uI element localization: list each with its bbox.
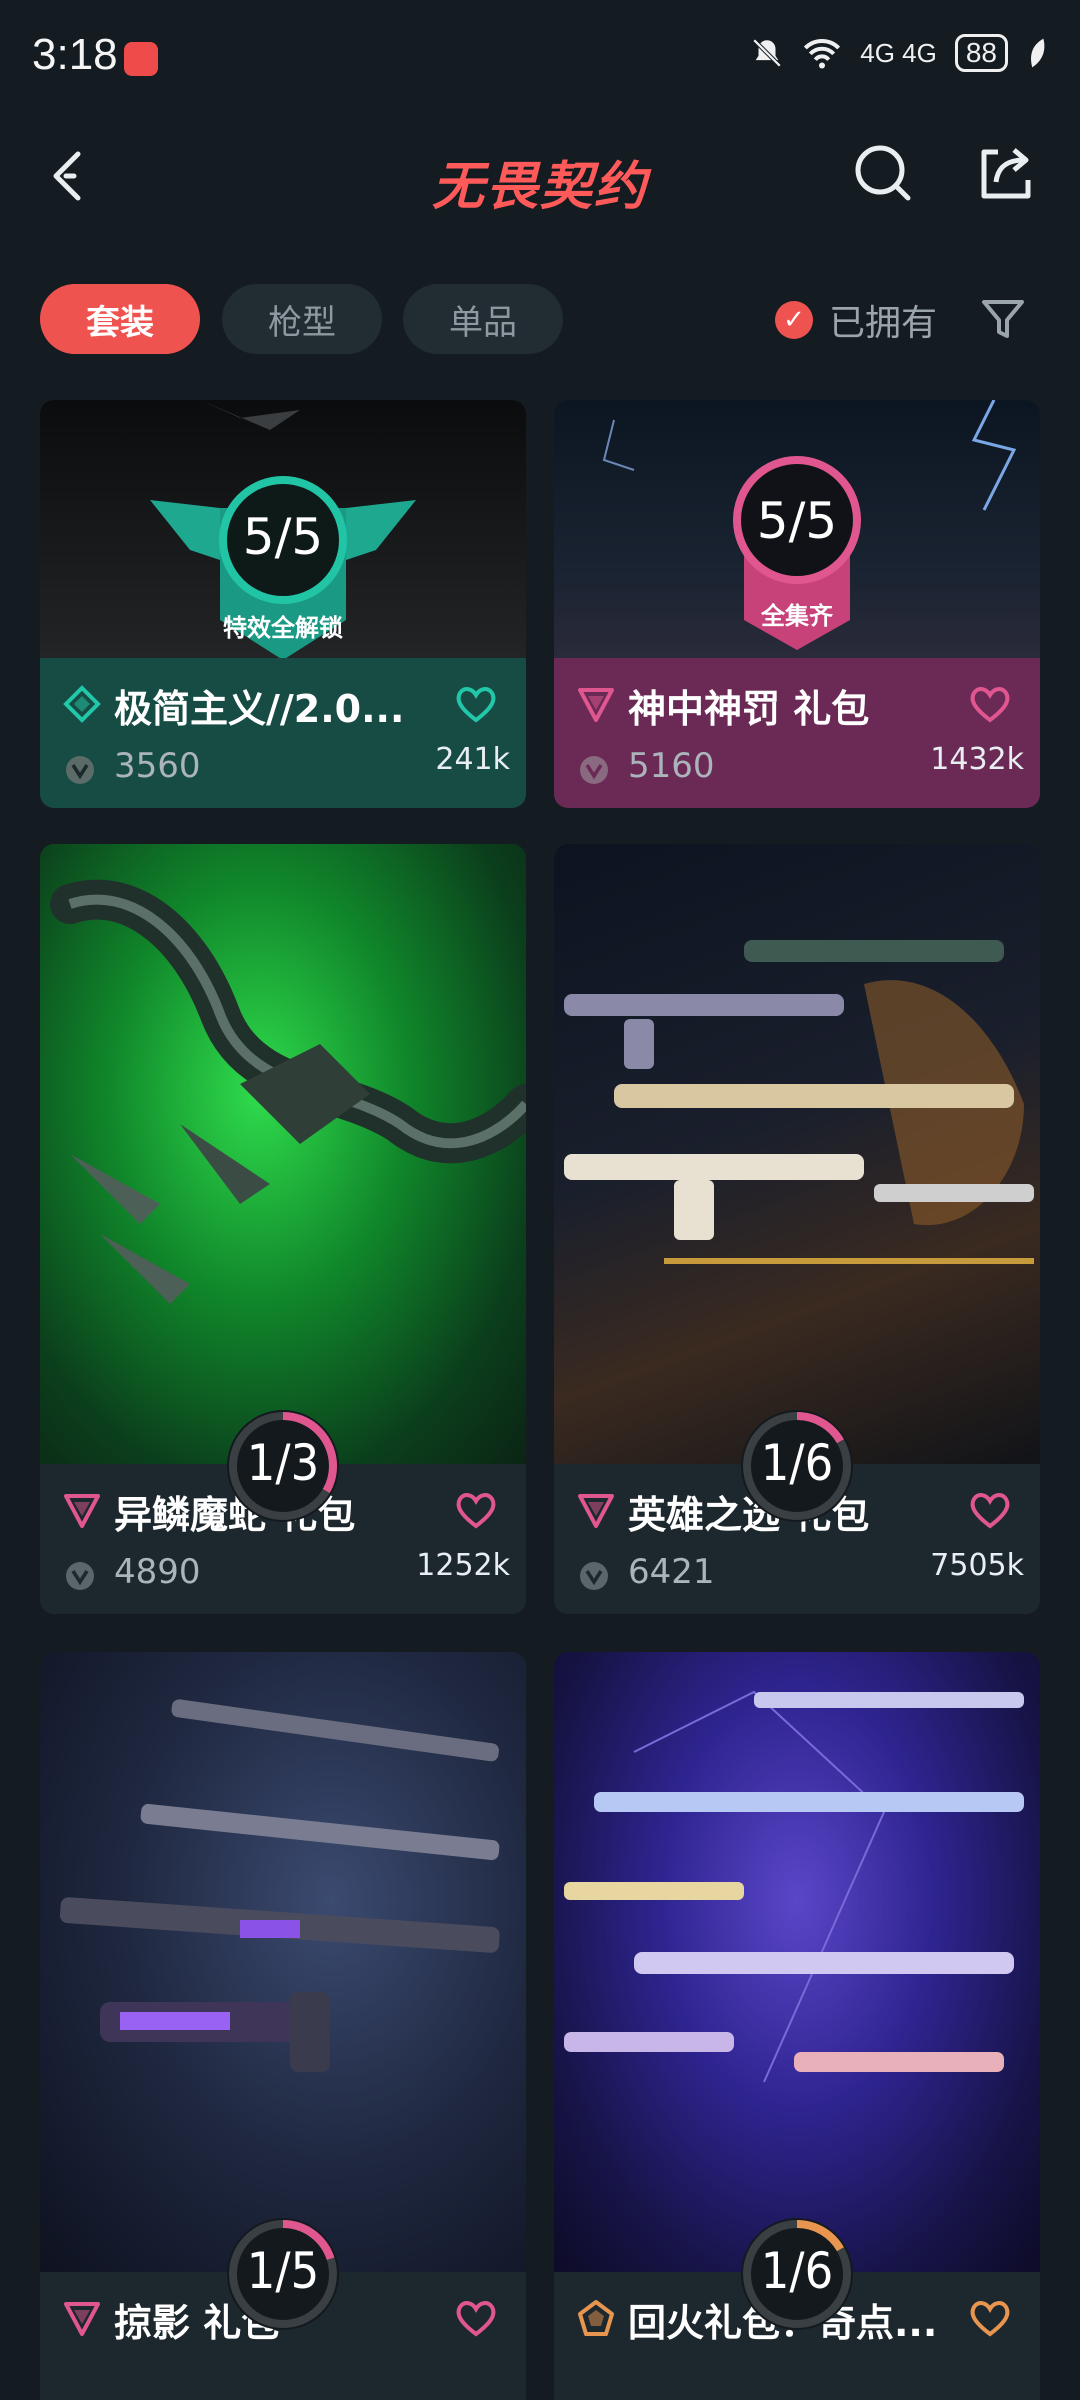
bundle-price: 4890 [114, 1552, 201, 1592]
serpent-artwork [50, 879, 526, 1304]
favorite-heart-icon[interactable] [454, 1490, 498, 1530]
progress-text: 5/5 [242, 508, 324, 566]
app-notification-icon [124, 42, 158, 76]
bundle-image [554, 1652, 1040, 2272]
like-count: 1432k [930, 742, 1024, 777]
like-count: 1252k [416, 1548, 510, 1583]
bundle-price: 6421 [628, 1552, 715, 1592]
progress-ring: 1/3 [221, 1404, 345, 1528]
vp-currency-icon [66, 756, 94, 784]
bundle-image [40, 844, 526, 1464]
select-tier-icon [63, 685, 101, 723]
card-info: 极简主义//2.0... 3560 241k [40, 658, 526, 808]
progress-text: 5/5 [756, 492, 838, 550]
exclusive-tier-icon [578, 1494, 614, 1528]
tab-single-item[interactable]: 单品 [403, 284, 563, 354]
status-icons: 4G 4G 88 [750, 34, 1048, 72]
favorite-heart-icon[interactable] [454, 2298, 498, 2338]
vp-currency-icon [580, 1562, 608, 1590]
bundle-card[interactable]: 5/5 全集齐 神中神罚 礼包 5160 1432k [554, 400, 1040, 808]
favorite-heart-icon[interactable] [968, 1490, 1012, 1530]
bundle-image: 5/5 全集齐 [554, 400, 1040, 658]
bundle-price: 3560 [114, 746, 201, 786]
bundle-card[interactable]: 英雄之选 礼包 6421 7505k 1/6 [554, 844, 1040, 1614]
progress-ring: 1/6 [735, 1404, 859, 1528]
status-bar: 3:18 4G 4G 88 [0, 0, 1080, 120]
card-info: 神中神罚 礼包 5160 1432k [554, 658, 1040, 808]
ultra-tier-icon [578, 2300, 614, 2336]
bundle-image [554, 844, 1040, 1464]
bundle-image [40, 1652, 526, 2272]
share-icon[interactable] [970, 138, 1040, 208]
bundle-name: 神中神罚 礼包 [628, 687, 870, 731]
progress-badge: 5/5 [737, 464, 857, 584]
owned-label: 已拥有 [829, 303, 938, 344]
bundle-card[interactable]: 异鳞魔蛇 礼包 4890 1252k 1/3 [40, 844, 526, 1614]
favorite-heart-icon[interactable] [968, 2298, 1012, 2338]
badge-label: 特效全解锁 [223, 614, 343, 642]
exclusive-tier-icon [64, 1494, 100, 1528]
favorite-heart-icon[interactable] [454, 684, 498, 724]
bundle-card[interactable]: 回火礼包：奇点... 1/6 [554, 1652, 1040, 2400]
progress-ring: 1/6 [735, 2212, 859, 2336]
filter-icon[interactable] [978, 294, 1028, 344]
bundle-image: 5/5 特效全解锁 [40, 400, 526, 658]
bundle-grid: 5/5 特效全解锁 极简主义//2.0... 3560 241k 5/5 全集齐… [0, 400, 1080, 2400]
bundle-name: 极简主义//2.0... [114, 687, 405, 731]
leaf-icon [1031, 38, 1045, 68]
like-count: 7505k [930, 1548, 1024, 1583]
progress-text: 1/6 [760, 1434, 834, 1492]
search-icon[interactable] [850, 140, 920, 210]
exclusive-tier-icon [64, 2302, 100, 2336]
exclusive-tier-icon [578, 688, 614, 722]
progress-text: 1/6 [760, 2242, 834, 2300]
wifi-icon [804, 39, 841, 69]
weapons-artwork [564, 1690, 1024, 2083]
bundle-card[interactable]: 掠影 礼包 1/5 [40, 1652, 526, 2400]
progress-ring: 1/5 [221, 2212, 345, 2336]
progress-text: 1/5 [246, 2242, 320, 2300]
mute-icon [752, 38, 782, 68]
vp-currency-icon [66, 1562, 94, 1590]
tab-suits[interactable]: 套装 [40, 284, 200, 354]
vp-currency-icon [580, 756, 608, 784]
app-header: 无畏契约 [0, 120, 1080, 230]
badge-label: 全集齐 [761, 602, 833, 630]
weapons-artwork [564, 940, 1034, 1264]
unlock-badge: 特效全解锁 [193, 608, 373, 642]
favorite-heart-icon[interactable] [968, 684, 1012, 724]
progress-text: 1/3 [246, 1434, 320, 1492]
weapons-artwork [59, 1699, 500, 2072]
check-icon: ✓ [775, 301, 813, 339]
bundle-card[interactable]: 5/5 特效全解锁 极简主义//2.0... 3560 241k [40, 400, 526, 808]
progress-badge: 5/5 [223, 480, 343, 600]
network-label: 4G 4G [860, 37, 937, 68]
status-time: 3:18 [32, 30, 118, 79]
battery-indicator: 88 [954, 34, 1008, 72]
category-tabs: 套装 枪型 单品 ✓ 已拥有 [0, 280, 1080, 360]
like-count: 241k [435, 742, 510, 777]
tab-gun-type[interactable]: 枪型 [222, 284, 382, 354]
bundle-price: 5160 [628, 746, 715, 786]
complete-badge: 全集齐 [737, 596, 857, 630]
owned-toggle[interactable]: ✓ 已拥有 [775, 294, 937, 346]
